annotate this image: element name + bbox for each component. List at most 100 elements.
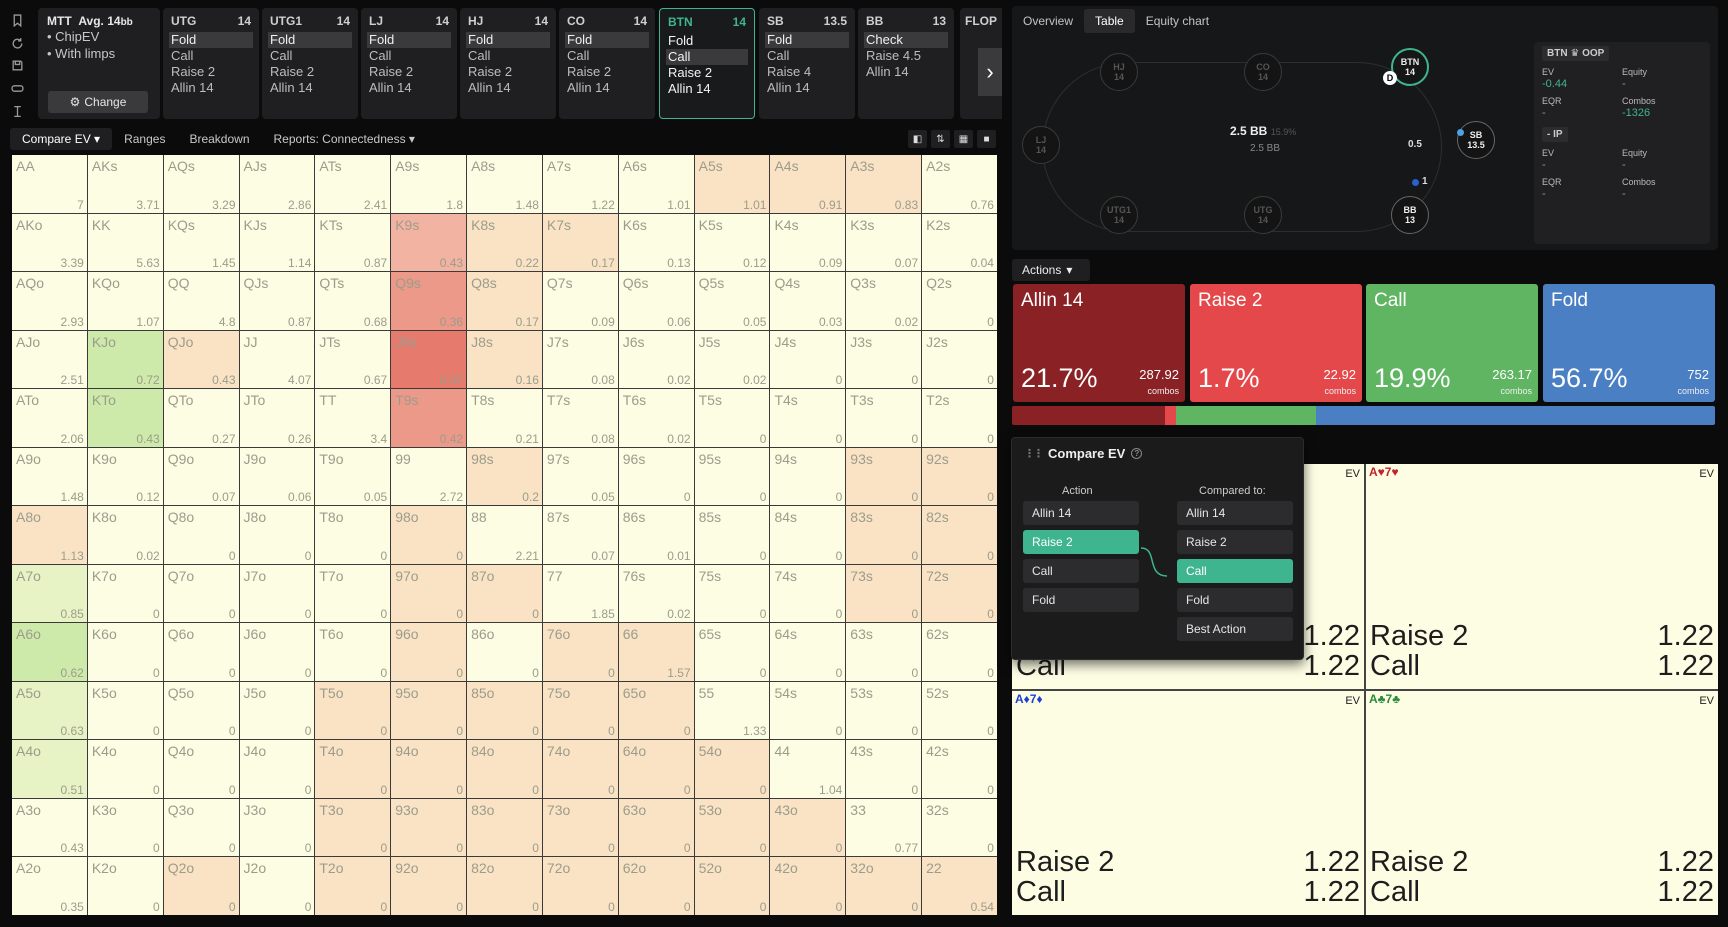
hand-cell[interactable]: T2s 0 bbox=[922, 389, 997, 447]
action-option[interactable]: Allin 14 bbox=[169, 80, 253, 96]
hand-cell[interactable]: A2s 0.76 bbox=[922, 155, 997, 213]
seat-hj[interactable]: HJ 14 bbox=[1100, 53, 1138, 91]
combo-panel[interactable]: A♦7♦ EV Raise 2 1.22 Call 1.22 bbox=[1012, 690, 1364, 915]
hand-cell[interactable]: Q4o 0 bbox=[163, 740, 239, 798]
position-column-sb[interactable]: SB 13.5 Fold Call Raise 4 Allin 14 bbox=[759, 8, 855, 119]
hand-cell[interactable]: 63s 0 bbox=[846, 623, 922, 681]
hand-cell[interactable]: 83s 0 bbox=[846, 506, 922, 564]
compared-to-button[interactable]: Best Action bbox=[1177, 617, 1293, 641]
hand-cell[interactable]: QTo 0.27 bbox=[163, 389, 239, 447]
hand-cell[interactable]: Q6s 0.06 bbox=[618, 272, 694, 330]
hand-cell[interactable]: 84o 0 bbox=[467, 740, 542, 798]
hand-cell[interactable]: J9s 0.37 bbox=[391, 330, 467, 389]
hand-cell[interactable]: 42s 0 bbox=[922, 740, 997, 798]
action-option[interactable]: Call bbox=[367, 48, 451, 64]
hand-cell[interactable]: 65o 0 bbox=[618, 681, 694, 740]
tab-breakdown[interactable]: Breakdown bbox=[177, 128, 261, 150]
hand-cell[interactable]: 87o 0 bbox=[467, 564, 542, 623]
hand-cell[interactable]: Q6o 0 bbox=[163, 623, 239, 681]
hand-cell[interactable]: Q7o 0 bbox=[163, 564, 239, 623]
hand-cell[interactable]: K4s 0.09 bbox=[770, 213, 846, 272]
hand-cell[interactable]: Q7s 0.09 bbox=[542, 272, 618, 330]
hand-cell[interactable]: 73s 0 bbox=[846, 564, 922, 623]
position-column-utg[interactable]: UTG 14 Fold Call Raise 2 Allin 14 bbox=[163, 8, 259, 119]
seat-btn[interactable]: BTN 14 bbox=[1391, 48, 1429, 86]
hand-cell[interactable]: 93o 0 bbox=[391, 798, 467, 857]
compared-to-button[interactable]: Allin 14 bbox=[1177, 501, 1293, 525]
tab-reports[interactable]: Reports: Connectedness ▾ bbox=[262, 128, 427, 150]
hand-cell[interactable]: Q9s 0.36 bbox=[391, 272, 467, 330]
hand-cell[interactable]: 85s 0 bbox=[694, 506, 770, 564]
seat-sb[interactable]: SB 13.5 bbox=[1457, 121, 1495, 159]
hand-cell[interactable]: AQs 3.29 bbox=[163, 155, 239, 213]
hand-cell[interactable]: K7s 0.17 bbox=[542, 213, 618, 272]
hand-cell[interactable]: J6o 0 bbox=[239, 623, 315, 681]
hand-cell[interactable]: Q8o 0 bbox=[163, 506, 239, 564]
compare-action-button[interactable]: Allin 14 bbox=[1023, 501, 1139, 525]
hand-cell[interactable]: 94o 0 bbox=[391, 740, 467, 798]
position-column-utg1[interactable]: UTG1 14 Fold Call Raise 2 Allin 14 bbox=[262, 8, 358, 119]
action-option[interactable]: Allin 14 bbox=[466, 80, 550, 96]
hand-cell[interactable]: J2o 0 bbox=[239, 857, 315, 915]
hand-cell[interactable]: 63o 0 bbox=[618, 798, 694, 857]
seat-utg[interactable]: UTG 14 bbox=[1244, 196, 1282, 234]
hand-cell[interactable]: AQo 2.93 bbox=[12, 272, 87, 330]
hand-cell[interactable]: 95o 0 bbox=[391, 681, 467, 740]
hand-cell[interactable]: 33 0.77 bbox=[846, 798, 922, 857]
compared-to-button[interactable]: Fold bbox=[1177, 588, 1293, 612]
hand-cell[interactable]: 93s 0 bbox=[846, 447, 922, 506]
hand-cell[interactable]: 32o 0 bbox=[846, 857, 922, 915]
hand-cell[interactable]: 86o 0 bbox=[467, 623, 542, 681]
hand-cell[interactable]: 95s 0 bbox=[694, 447, 770, 506]
hand-cell[interactable]: A4o 0.51 bbox=[12, 740, 87, 798]
hand-cell[interactable]: J9o 0.06 bbox=[239, 447, 315, 506]
hand-cell[interactable]: T4s 0 bbox=[770, 389, 846, 447]
hand-cell[interactable]: A7s 1.22 bbox=[542, 155, 618, 213]
hand-cell[interactable]: KTs 0.87 bbox=[315, 213, 391, 272]
hand-cell[interactable]: 64o 0 bbox=[618, 740, 694, 798]
tab-compare-ev[interactable]: Compare EV ▾ bbox=[10, 128, 113, 150]
hand-cell[interactable]: 94s 0 bbox=[770, 447, 846, 506]
hand-cell[interactable]: Q5s 0.05 bbox=[694, 272, 770, 330]
action-option[interactable]: Allin 14 bbox=[765, 80, 849, 96]
action-option[interactable]: Fold bbox=[367, 32, 451, 48]
hand-cell[interactable]: J7s 0.08 bbox=[542, 330, 618, 389]
hand-cell[interactable]: 53s 0 bbox=[846, 681, 922, 740]
position-column-bb[interactable]: BB 13 Check Raise 4.5 Allin 14 bbox=[858, 8, 954, 119]
hand-cell[interactable]: AA 7 bbox=[12, 155, 87, 213]
hand-cell[interactable]: 66 1.57 bbox=[618, 623, 694, 681]
hand-cell[interactable]: Q3o 0 bbox=[163, 798, 239, 857]
gamepad-icon[interactable] bbox=[7, 80, 27, 97]
compared-to-button[interactable]: Raise 2 bbox=[1177, 530, 1293, 554]
hand-cell[interactable]: 32s 0 bbox=[922, 798, 997, 857]
hand-cell[interactable]: AKs 3.71 bbox=[87, 155, 163, 213]
hand-cell[interactable]: Q4s 0.03 bbox=[770, 272, 846, 330]
hand-cell[interactable]: TT 3.4 bbox=[315, 389, 391, 447]
action-option[interactable]: Fold bbox=[169, 32, 253, 48]
hand-cell[interactable]: J5o 0 bbox=[239, 681, 315, 740]
action-option[interactable]: Call bbox=[666, 49, 748, 65]
hand-cell[interactable]: ATo 2.06 bbox=[12, 389, 87, 447]
hand-cell[interactable]: 43o 0 bbox=[770, 798, 846, 857]
hand-cell[interactable]: KQs 1.45 bbox=[163, 213, 239, 272]
hand-cell[interactable]: 55 1.33 bbox=[694, 681, 770, 740]
combo-panel[interactable]: A♥7♥ EV Raise 2 1.22 Call 1.22 bbox=[1366, 464, 1718, 689]
action-option[interactable]: Fold bbox=[666, 33, 748, 49]
contrast-icon[interactable]: ◧ bbox=[908, 130, 927, 148]
hand-cell[interactable]: 97o 0 bbox=[391, 564, 467, 623]
hand-cell[interactable]: AJo 2.51 bbox=[12, 330, 87, 389]
hand-cell[interactable]: 82s 0 bbox=[922, 506, 997, 564]
hand-cell[interactable]: 83o 0 bbox=[467, 798, 542, 857]
hand-cell[interactable]: T3o 0 bbox=[315, 798, 391, 857]
action-option[interactable]: Raise 2 bbox=[466, 64, 550, 80]
hand-cell[interactable]: KJo 0.72 bbox=[87, 330, 163, 389]
hand-cell[interactable]: 75o 0 bbox=[542, 681, 618, 740]
hand-cell[interactable]: ATs 2.41 bbox=[315, 155, 391, 213]
hand-cell[interactable]: A8o 1.13 bbox=[12, 506, 87, 564]
hand-cell[interactable]: Q8s 0.17 bbox=[467, 272, 542, 330]
hand-cell[interactable]: 62o 0 bbox=[618, 857, 694, 915]
save-icon[interactable] bbox=[7, 58, 27, 75]
hand-cell[interactable]: 96s 0 bbox=[618, 447, 694, 506]
tab-ranges[interactable]: Ranges bbox=[112, 128, 177, 150]
hand-cell[interactable]: 77 1.85 bbox=[542, 564, 618, 623]
